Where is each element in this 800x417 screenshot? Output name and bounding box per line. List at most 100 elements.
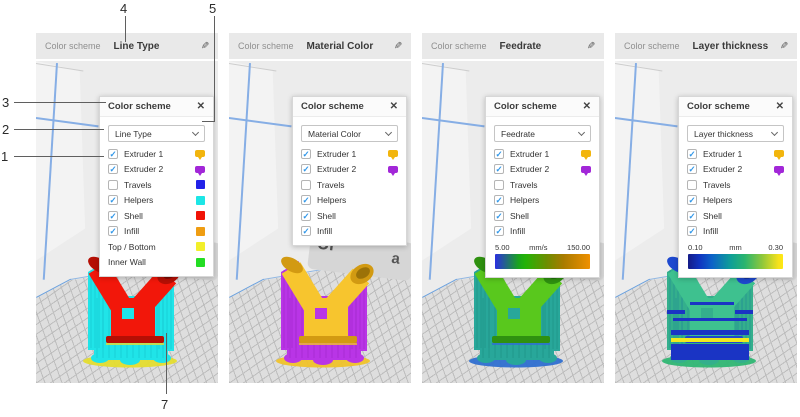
gradient-legend: 0.10 mm 0.30 bbox=[679, 243, 792, 269]
checkbox[interactable]: ✓ bbox=[687, 180, 697, 190]
checkbox[interactable]: ✓ bbox=[301, 180, 311, 190]
checkbox[interactable]: ✓ bbox=[494, 195, 504, 205]
edit-pencil-icon[interactable]: ✎ bbox=[201, 41, 209, 52]
scale-max: 0.30 bbox=[768, 243, 783, 252]
color-scheme-popup: Color scheme ✕ Line Type ✓ Extruder 1 ✓ … bbox=[99, 96, 214, 277]
viewport-3d[interactable]: Ul a bbox=[36, 61, 218, 383]
legend-row-infill[interactable]: ✓ Infill bbox=[679, 224, 792, 240]
popup-title-bar: Color scheme ✕ bbox=[293, 97, 406, 117]
row-label: Extruder 1 bbox=[510, 149, 549, 159]
legend-row-extruder2[interactable]: ✓ Extruder 2 bbox=[293, 162, 406, 178]
checkbox[interactable]: ✓ bbox=[108, 164, 118, 174]
legend-row-helpers[interactable]: ✓ Helpers bbox=[100, 193, 213, 209]
color-swatch bbox=[196, 227, 205, 236]
checkbox[interactable]: ✓ bbox=[108, 149, 118, 159]
checkbox[interactable]: ✓ bbox=[108, 195, 118, 205]
color-scheme-header: Color scheme Layer thickness ✎ bbox=[615, 33, 797, 61]
checkbox[interactable]: ✓ bbox=[494, 211, 504, 221]
legend-row-shell[interactable]: ✓ Shell bbox=[486, 208, 599, 224]
callout-5-line-h bbox=[202, 121, 215, 122]
row-label: Extruder 2 bbox=[510, 164, 549, 174]
header-value: Material Color bbox=[307, 41, 374, 52]
legend-row-helpers[interactable]: ✓ Helpers bbox=[679, 193, 792, 209]
row-label: Infill bbox=[317, 226, 332, 236]
checkbox[interactable]: ✓ bbox=[687, 226, 697, 236]
header-value: Line Type bbox=[114, 41, 160, 52]
color-swatch bbox=[196, 180, 205, 189]
checkbox[interactable]: ✓ bbox=[301, 164, 311, 174]
checkbox[interactable]: ✓ bbox=[494, 180, 504, 190]
color-swatch bbox=[196, 258, 205, 267]
legend-row-shell[interactable]: ✓ Shell bbox=[679, 208, 792, 224]
color-scheme-popup: Color scheme ✕ Layer thickness ✓ Extrude… bbox=[678, 96, 793, 278]
legend-row-extruder2[interactable]: ✓ Extruder 2 bbox=[486, 162, 599, 178]
row-label: Travels bbox=[510, 180, 538, 190]
checkbox[interactable]: ✓ bbox=[687, 211, 697, 221]
checkbox[interactable]: ✓ bbox=[108, 211, 118, 221]
color-scheme-dropdown[interactable]: Line Type bbox=[108, 125, 205, 142]
edit-pencil-icon[interactable]: ✎ bbox=[780, 41, 788, 52]
legend-row-travels[interactable]: ✓ Travels bbox=[293, 177, 406, 193]
legend-row-extruder2[interactable]: ✓ Extruder 2 bbox=[100, 162, 213, 178]
callout-7: 7 bbox=[161, 397, 168, 412]
row-label: Helpers bbox=[703, 195, 732, 205]
callout-4: 4 bbox=[120, 1, 127, 16]
checkbox[interactable]: ✓ bbox=[108, 180, 118, 190]
legend-row-extruder1[interactable]: ✓ Extruder 1 bbox=[486, 146, 599, 162]
viewport-3d[interactable]: Ul a bbox=[422, 61, 604, 383]
close-icon[interactable]: ✕ bbox=[197, 101, 205, 112]
close-icon[interactable]: ✕ bbox=[583, 101, 591, 112]
scale-min: 5.00 bbox=[495, 243, 510, 252]
dropdown-value: Layer thickness bbox=[694, 129, 753, 139]
legend-row-infill[interactable]: ✓ Infill bbox=[486, 224, 599, 240]
legend-row-extruder1[interactable]: ✓ Extruder 1 bbox=[679, 146, 792, 162]
legend-row-extruder1[interactable]: ✓ Extruder 1 bbox=[100, 146, 213, 162]
color-scheme-dropdown[interactable]: Layer thickness bbox=[687, 125, 784, 142]
legend-row-extruder1[interactable]: ✓ Extruder 1 bbox=[293, 146, 406, 162]
checkbox[interactable]: ✓ bbox=[301, 211, 311, 221]
legend-row-helpers[interactable]: ✓ Helpers bbox=[486, 193, 599, 209]
checkbox[interactable]: ✓ bbox=[301, 195, 311, 205]
viewport-3d[interactable]: Ul a bbox=[229, 61, 411, 383]
scale-unit: mm/s bbox=[529, 243, 547, 252]
cura-color-scheme-comparison-figure: 4 5 3 2 1 7 Color scheme Line Type ✎ Ul … bbox=[0, 0, 800, 417]
model-3d-print-preview[interactable] bbox=[257, 247, 389, 371]
checkbox[interactable]: ✓ bbox=[687, 195, 697, 205]
header-label: Color scheme bbox=[624, 41, 680, 51]
legend-row-travels[interactable]: ✓ Travels bbox=[486, 177, 599, 193]
color-scheme-dropdown[interactable]: Material Color bbox=[301, 125, 398, 142]
legend-row-infill[interactable]: ✓ Infill bbox=[100, 224, 213, 240]
viewport-3d[interactable]: Ul a bbox=[615, 61, 797, 383]
close-icon[interactable]: ✕ bbox=[776, 101, 784, 112]
checkbox[interactable]: ✓ bbox=[301, 226, 311, 236]
popup-title: Color scheme bbox=[494, 101, 557, 112]
callout-2-line bbox=[14, 129, 104, 130]
checkbox[interactable]: ✓ bbox=[108, 226, 118, 236]
checkbox[interactable]: ✓ bbox=[494, 226, 504, 236]
checkbox[interactable]: ✓ bbox=[494, 164, 504, 174]
legend-row-extruder2[interactable]: ✓ Extruder 2 bbox=[679, 162, 792, 178]
legend-row-travels[interactable]: ✓ Travels bbox=[679, 177, 792, 193]
legend-row-shell[interactable]: ✓ Shell bbox=[293, 208, 406, 224]
close-icon[interactable]: ✕ bbox=[390, 101, 398, 112]
callout-7-line bbox=[166, 333, 167, 394]
legend-row-travels[interactable]: ✓ Travels bbox=[100, 177, 213, 193]
dropdown-value: Feedrate bbox=[501, 129, 535, 139]
legend-row-top-bottom: ✓ Top / Bottom bbox=[100, 239, 213, 255]
row-label: Infill bbox=[510, 226, 525, 236]
edit-pencil-icon[interactable]: ✎ bbox=[587, 41, 595, 52]
header-label: Color scheme bbox=[238, 41, 294, 51]
legend-row-infill[interactable]: ✓ Infill bbox=[293, 224, 406, 240]
checkbox[interactable]: ✓ bbox=[687, 164, 697, 174]
legend-row-shell[interactable]: ✓ Shell bbox=[100, 208, 213, 224]
dropdown-value: Material Color bbox=[308, 129, 361, 139]
checkbox[interactable]: ✓ bbox=[687, 149, 697, 159]
checkbox[interactable]: ✓ bbox=[494, 149, 504, 159]
edit-pencil-icon[interactable]: ✎ bbox=[394, 41, 402, 52]
row-label: Helpers bbox=[510, 195, 539, 205]
legend-row-helpers[interactable]: ✓ Helpers bbox=[293, 193, 406, 209]
checkbox[interactable]: ✓ bbox=[301, 149, 311, 159]
row-label: Helpers bbox=[317, 195, 346, 205]
callout-4-line bbox=[125, 16, 126, 42]
color-scheme-dropdown[interactable]: Feedrate bbox=[494, 125, 591, 142]
